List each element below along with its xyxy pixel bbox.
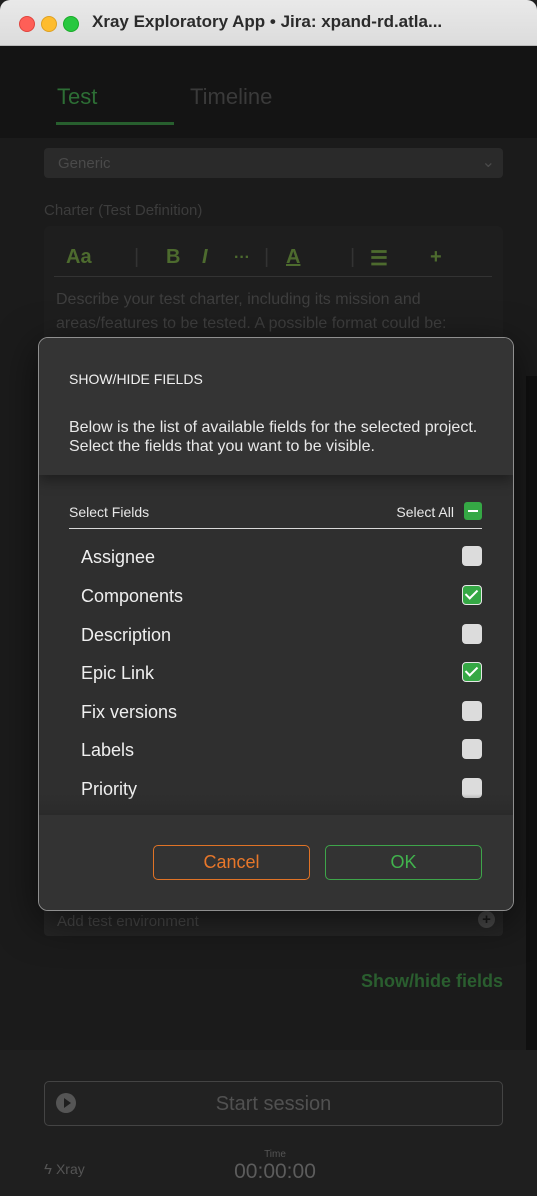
- list-button[interactable]: ☰: [370, 246, 388, 271]
- toolbar-divider: |: [350, 246, 356, 268]
- font-style-button[interactable]: Aa: [66, 246, 92, 269]
- active-tab-indicator: [56, 122, 174, 125]
- environment-placeholder: Add test environment: [57, 913, 199, 930]
- field-label: Components: [81, 586, 184, 606]
- show-hide-fields-dialog: SHOW/HIDE FIELDS Below is the list of av…: [38, 337, 514, 911]
- select-all-label[interactable]: Select All: [396, 504, 454, 520]
- test-type-value: Generic: [58, 155, 111, 172]
- add-icon[interactable]: +: [478, 911, 495, 928]
- close-window-button[interactable]: [19, 16, 35, 32]
- zoom-window-button[interactable]: [63, 16, 79, 32]
- chevron-down-icon: ⌄: [481, 154, 495, 171]
- dialog-description: Below is the list of available fields fo…: [69, 419, 478, 455]
- field-label: Fix versions: [81, 702, 178, 722]
- charter-placeholder: Describe your test charter, including it…: [56, 291, 447, 332]
- field-label: Labels: [81, 740, 135, 760]
- field-label: Epic Link: [81, 663, 155, 683]
- tab-timeline[interactable]: Timeline: [190, 84, 272, 110]
- tab-bar: Test Timeline: [0, 46, 537, 138]
- dialog-title: SHOW/HIDE FIELDS: [69, 371, 203, 387]
- select-all-checkbox[interactable]: [464, 502, 482, 520]
- text-color-button[interactable]: A: [286, 246, 300, 269]
- start-session-label: Start session: [215, 1093, 332, 1115]
- charter-label: Charter (Test Definition): [44, 202, 203, 219]
- field-label: Description: [81, 625, 172, 645]
- field-checkbox[interactable]: [462, 701, 482, 721]
- select-fields-label: Select Fields: [69, 504, 150, 520]
- italic-button[interactable]: I: [202, 246, 208, 269]
- list-scroll-fade: [39, 794, 513, 816]
- ok-button[interactable]: OK: [325, 845, 482, 880]
- field-checkbox[interactable]: [462, 739, 482, 759]
- insert-button[interactable]: +: [430, 246, 442, 269]
- field-checkbox[interactable]: [462, 585, 482, 605]
- field-checkbox[interactable]: [462, 546, 482, 566]
- field-row-fix-versions[interactable]: Fix versions: [81, 699, 482, 729]
- fields-list-header: Select Fields Select All: [69, 502, 482, 529]
- show-hide-fields-link[interactable]: Show/hide fields: [361, 971, 503, 992]
- field-row-assignee[interactable]: Assignee: [81, 544, 482, 574]
- more-formatting-button[interactable]: ···: [234, 249, 250, 267]
- tab-test[interactable]: Test: [57, 84, 97, 110]
- editor-toolbar: Aa | B I ··· | A | ☰ +: [54, 240, 492, 277]
- field-row-epic-link[interactable]: Epic Link: [81, 660, 482, 690]
- window-titlebar: Xray Exploratory App • Jira: xpand-rd.at…: [0, 0, 537, 46]
- window-title: Xray Exploratory App • Jira: xpand-rd.at…: [92, 12, 443, 31]
- field-row-description[interactable]: Description: [81, 622, 482, 652]
- field-label: Assignee: [81, 547, 156, 567]
- footer: Start session ϟ Xray Time 00:00:00: [0, 1050, 537, 1196]
- scrollbar[interactable]: [526, 376, 537, 1051]
- test-type-select[interactable]: Generic ⌄: [44, 148, 503, 178]
- dialog-header: SHOW/HIDE FIELDS Below is the list of av…: [39, 338, 513, 475]
- field-checkbox[interactable]: [462, 624, 482, 644]
- field-row-labels[interactable]: Labels: [81, 737, 482, 767]
- cancel-button[interactable]: Cancel: [153, 845, 310, 880]
- dialog-footer: Cancel OK: [39, 815, 513, 910]
- field-row-components[interactable]: Components: [81, 583, 482, 613]
- time-value: 00:00:00: [234, 1160, 316, 1183]
- start-session-button[interactable]: Start session: [44, 1081, 503, 1126]
- toolbar-divider: |: [264, 246, 270, 268]
- toolbar-divider: |: [134, 246, 140, 268]
- field-checkbox[interactable]: [462, 662, 482, 682]
- time-label: Time: [264, 1149, 286, 1160]
- bold-button[interactable]: B: [166, 246, 180, 269]
- minimize-window-button[interactable]: [41, 16, 57, 32]
